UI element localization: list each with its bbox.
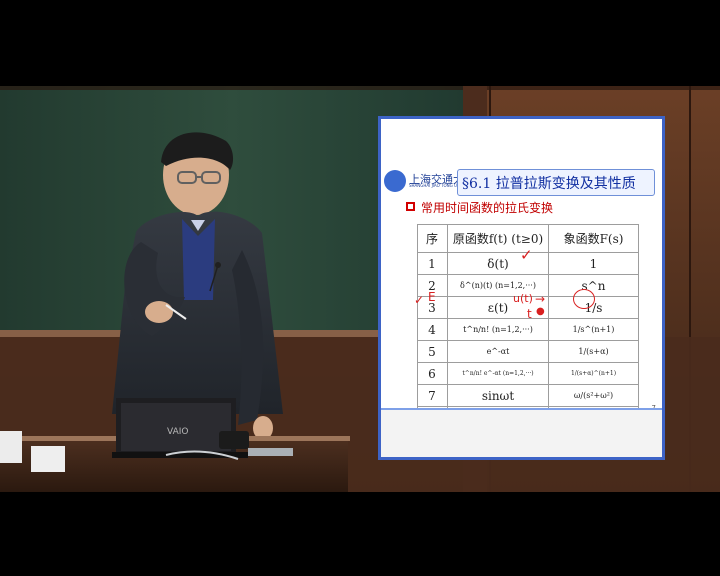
ink-dot-icon: ● <box>536 306 545 317</box>
table-cell: 5 <box>428 344 436 359</box>
table-cell: s^n <box>581 278 606 293</box>
table-cell: 1 <box>589 256 598 271</box>
table-cell: 1 <box>428 256 436 271</box>
table-cell: ω/(s²+ω²) <box>573 391 614 400</box>
table-cell: 1/(s+α) <box>578 347 609 356</box>
slide-subtitle: 常用时间函数的拉氏变换 <box>421 201 554 215</box>
svg-text:VAIO: VAIO <box>167 427 188 437</box>
university-logo-icon <box>384 170 406 192</box>
ink-annotation-t: t <box>527 307 532 321</box>
table-cell: t^n/n! (n=1,2,···) <box>463 325 533 334</box>
projected-slide: 上海交通大学 SHANGHAI JIAO TONG UNIVERSITY §6.… <box>378 116 665 460</box>
slide-bottom-frame <box>381 408 662 457</box>
table-cell: 1/(s+α)^(n+1) <box>570 370 617 377</box>
ink-arrow-icon: → <box>535 292 546 306</box>
slide-title-bar: §6.1 拉普拉斯变换及其性质 <box>457 169 655 196</box>
slide-title: §6.1 拉普拉斯变换及其性质 <box>462 176 636 192</box>
table-cell: 7 <box>428 388 436 403</box>
ink-checkmark-icon: ✓ <box>414 293 425 307</box>
ink-annotation-u-of-t: u(t) <box>513 292 533 305</box>
ink-annotation-e: E <box>428 290 436 304</box>
table-header-transform: 象函数F(s) <box>563 231 624 246</box>
table-cell: e^-αt <box>486 347 510 356</box>
table-cell: δ(t) <box>487 256 509 271</box>
table-cell: 4 <box>428 322 436 337</box>
table-header-original: 原函数f(t) (t≥0) <box>452 231 544 246</box>
table-cell: sinωt <box>481 388 515 403</box>
table-cell: ε(t) <box>487 300 509 315</box>
table-line <box>638 224 639 430</box>
ink-checkmark-icon: ✓ <box>520 246 533 264</box>
table-cell: 1/s^(n+1) <box>572 325 615 334</box>
table-header-index: 序 <box>425 231 438 246</box>
table-cell: 6 <box>428 366 436 381</box>
lecture-scene: VAIO 上海交通大学 SHANGHAI JIAO TONG UNIVERSIT… <box>0 0 720 576</box>
ink-circle-icon <box>573 289 595 309</box>
table-cell: t^n/n! e^-αt (n=1,2,···) <box>462 370 534 377</box>
bullet-square-icon <box>406 202 415 211</box>
table-cell: δ^(n)(t) (n=1,2,···) <box>460 281 536 290</box>
table-line <box>417 406 639 407</box>
slide-header <box>381 119 662 171</box>
